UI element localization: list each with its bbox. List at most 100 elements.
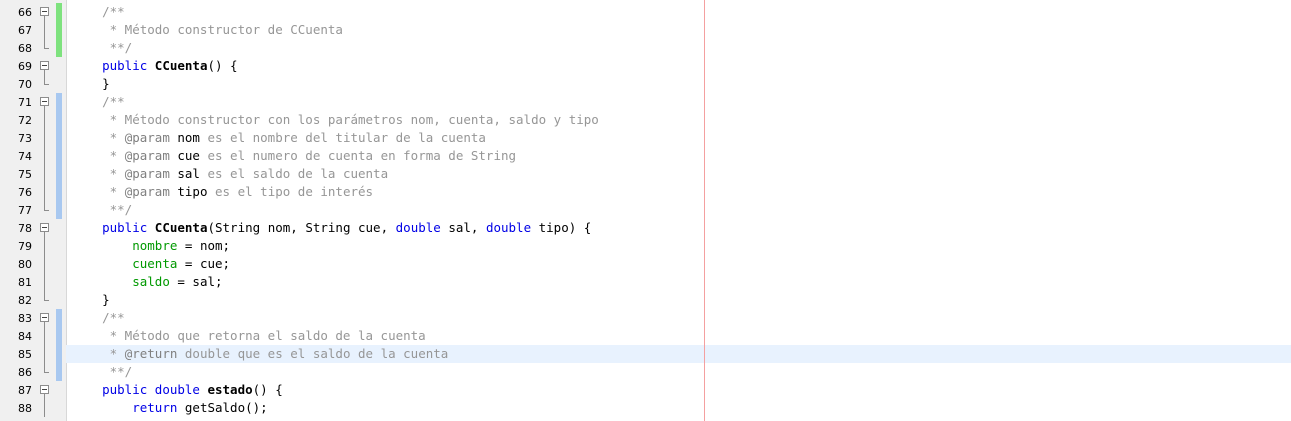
line-number: 88 <box>18 402 32 415</box>
code-line[interactable]: 83 /** <box>0 309 1291 327</box>
code-text[interactable]: * @param cue es el numero de cuenta en f… <box>72 149 516 163</box>
code-editor[interactable]: 66 /** 67 * Método constructor de CCuenta… <box>0 0 1291 421</box>
code-text[interactable]: cuenta = cue; <box>72 257 230 271</box>
code-text[interactable]: * @param tipo es el tipo de interés <box>72 185 373 199</box>
code-text[interactable]: saldo = sal; <box>72 274 222 289</box>
code-text[interactable]: **/ <box>72 203 133 217</box>
code-text[interactable]: * Método que retorna el saldo de la cuen… <box>72 329 426 343</box>
code-line[interactable]: 84 * Método que retorna el saldo de la c… <box>0 327 1291 345</box>
code-token: saldo <box>132 274 170 289</box>
line-number: 87 <box>18 384 32 397</box>
code-token: sal <box>177 166 200 181</box>
line-number: 85 <box>18 348 32 361</box>
code-line[interactable]: 77 **/ <box>0 201 1291 219</box>
line-number: 77 <box>18 204 32 217</box>
code-line[interactable]: 78 public CCuenta(String nom, String cue… <box>0 219 1291 237</box>
code-token: es el tipo de interés <box>207 184 374 199</box>
code-text[interactable]: } <box>72 293 110 307</box>
code-text[interactable]: * @param sal es el saldo de la cuenta <box>72 167 388 181</box>
code-text[interactable]: * @return double que es el saldo de la c… <box>72 346 449 361</box>
line-number: 81 <box>18 276 32 289</box>
code-text[interactable]: public CCuenta() { <box>72 59 237 73</box>
fold-line <box>44 129 45 147</box>
code-text[interactable]: /** <box>72 5 125 19</box>
code-line[interactable]: 86 **/ <box>0 363 1291 381</box>
change-marker <box>56 111 62 129</box>
code-line[interactable]: 76 * @param tipo es el tipo de interés <box>0 183 1291 201</box>
line-number: 68 <box>18 42 32 55</box>
change-marker <box>56 165 62 183</box>
code-token: () { <box>252 382 283 397</box>
line-number: 75 <box>18 168 32 181</box>
code-text[interactable]: * Método constructor de CCuenta <box>72 23 343 37</box>
code-line[interactable]: 81 saldo = sal; <box>0 273 1291 291</box>
code-token: * Método constructor de CCuenta <box>72 22 343 37</box>
code-text[interactable]: return getSaldo(); <box>72 400 267 415</box>
fold-collapse-icon[interactable] <box>40 7 49 16</box>
code-token: cuenta <box>132 256 178 271</box>
change-marker <box>56 201 62 219</box>
code-line[interactable]: 66 /** <box>0 3 1291 21</box>
code-line[interactable]: 72 * Método constructor con los parámetr… <box>0 111 1291 129</box>
fold-line <box>44 237 45 255</box>
code-token: cue <box>177 148 200 163</box>
code-text[interactable]: nombre = nom; <box>72 239 230 253</box>
code-line[interactable]: 75 * @param sal es el saldo de la cuenta <box>0 165 1291 183</box>
code-token: * <box>72 148 125 163</box>
fold-end-marker <box>44 363 49 373</box>
code-line[interactable]: 70 } <box>0 75 1291 93</box>
code-line[interactable]: 69 public CCuenta() { <box>0 57 1291 75</box>
code-text[interactable]: /** <box>72 95 125 109</box>
code-token: (String nom, String cue, <box>207 220 396 235</box>
code-text[interactable]: /** <box>72 311 125 325</box>
code-line[interactable]: 87 public double estado() { <box>0 381 1291 399</box>
fold-collapse-icon[interactable] <box>40 385 49 394</box>
line-number: 69 <box>18 60 32 73</box>
fold-line <box>44 345 45 363</box>
code-text[interactable]: public CCuenta(String nom, String cue, d… <box>72 221 591 235</box>
fold-collapse-icon[interactable] <box>40 223 49 232</box>
change-marker <box>56 147 62 165</box>
code-token: es el nombre del titular de la cuenta <box>199 130 486 145</box>
change-marker <box>56 93 62 111</box>
fold-collapse-icon[interactable] <box>40 61 49 70</box>
code-text[interactable]: **/ <box>72 41 133 55</box>
code-token: public <box>102 382 148 397</box>
code-text[interactable]: * Método constructor con los parámetros … <box>72 113 599 127</box>
fold-line <box>44 147 45 165</box>
fold-collapse-icon[interactable] <box>40 313 49 322</box>
code-token: estado <box>207 382 253 397</box>
code-line[interactable]: 74 * @param cue es el numero de cuenta e… <box>0 147 1291 165</box>
code-line[interactable]: 85 * @return double que es el saldo de l… <box>0 345 1291 363</box>
code-line[interactable]: 79 nombre = nom; <box>0 237 1291 255</box>
code-token: tipo <box>177 184 208 199</box>
code-text[interactable]: } <box>72 77 110 91</box>
code-token: * Método constructor con los parámetros … <box>72 112 599 127</box>
code-token: * <box>72 184 125 199</box>
code-token: double <box>154 382 200 397</box>
fold-line <box>44 111 45 129</box>
code-text[interactable]: * @param nom es el nombre del titular de… <box>72 131 486 145</box>
code-text[interactable]: **/ <box>72 365 133 379</box>
code-line[interactable]: 80 cuenta = cue; <box>0 255 1291 273</box>
code-text[interactable]: public double estado() { <box>72 383 283 397</box>
code-line[interactable]: 67 * Método constructor de CCuenta <box>0 21 1291 39</box>
code-line[interactable]: 88 return getSaldo(); <box>0 399 1291 417</box>
line-number: 74 <box>18 150 32 163</box>
code-line[interactable]: 73 * @param nom es el nombre del titular… <box>0 129 1291 147</box>
line-number: 67 <box>18 24 32 37</box>
code-token: return <box>132 400 178 415</box>
change-marker <box>56 21 62 39</box>
code-line[interactable]: 68 **/ <box>0 39 1291 57</box>
fold-collapse-icon[interactable] <box>40 97 49 106</box>
code-token: es el saldo de la cuenta <box>199 166 389 181</box>
code-line[interactable]: 71 /** <box>0 93 1291 111</box>
line-number: 84 <box>18 330 32 343</box>
code-line[interactable]: 82 } <box>0 291 1291 309</box>
code-token: double que es el saldo de la cuenta <box>177 346 449 361</box>
